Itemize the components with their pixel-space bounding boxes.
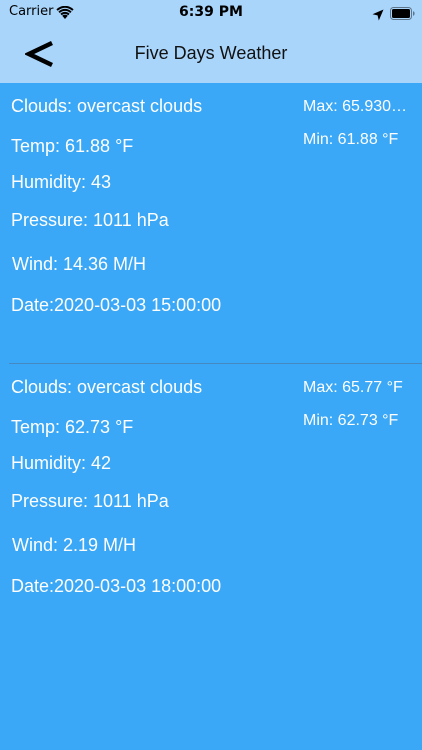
forecast-row[interactable]: Clouds: overcast clouds Max: 65.77 °F Mi… bbox=[0, 364, 422, 645]
location-arrow-icon bbox=[372, 6, 384, 21]
humidity-label: Humidity: 42 bbox=[11, 453, 112, 473]
forecast-row[interactable]: Clouds: overcast clouds Max: 65.930… Min… bbox=[0, 83, 422, 364]
max-temp-label: Max: 65.77 °F bbox=[303, 379, 403, 396]
navigation-bar: Five Days Weather bbox=[0, 24, 422, 83]
clouds-label: Clouds: overcast clouds bbox=[11, 96, 203, 116]
wind-label: Wind: 14.36 M/H bbox=[12, 254, 147, 274]
date-label: Date:2020-03-03 18:00:00 bbox=[11, 576, 222, 596]
temp-label: Temp: 61.88 °F bbox=[11, 136, 134, 156]
clouds-label: Clouds: overcast clouds bbox=[11, 377, 203, 397]
pressure-label: Pressure: 1011 hPa bbox=[11, 210, 169, 230]
battery-icon bbox=[390, 5, 415, 20]
max-temp-label: Max: 65.930… bbox=[303, 98, 408, 115]
pressure-label: Pressure: 1011 hPa bbox=[11, 491, 169, 511]
forecast-list: Clouds: overcast clouds Max: 65.930… Min… bbox=[0, 83, 422, 645]
temp-label: Temp: 62.73 °F bbox=[11, 417, 134, 437]
status-bar: Carrier 6:39 PM bbox=[0, 0, 422, 24]
min-temp-label: Min: 62.73 °F bbox=[303, 412, 399, 429]
status-time: 6:39 PM bbox=[179, 4, 243, 20]
page-title: Five Days Weather bbox=[134, 43, 288, 63]
date-label: Date:2020-03-03 15:00:00 bbox=[11, 295, 222, 315]
wind-label: Wind: 2.19 M/H bbox=[12, 535, 137, 555]
min-temp-label: Min: 61.88 °F bbox=[303, 131, 399, 148]
humidity-label: Humidity: 43 bbox=[11, 172, 112, 192]
